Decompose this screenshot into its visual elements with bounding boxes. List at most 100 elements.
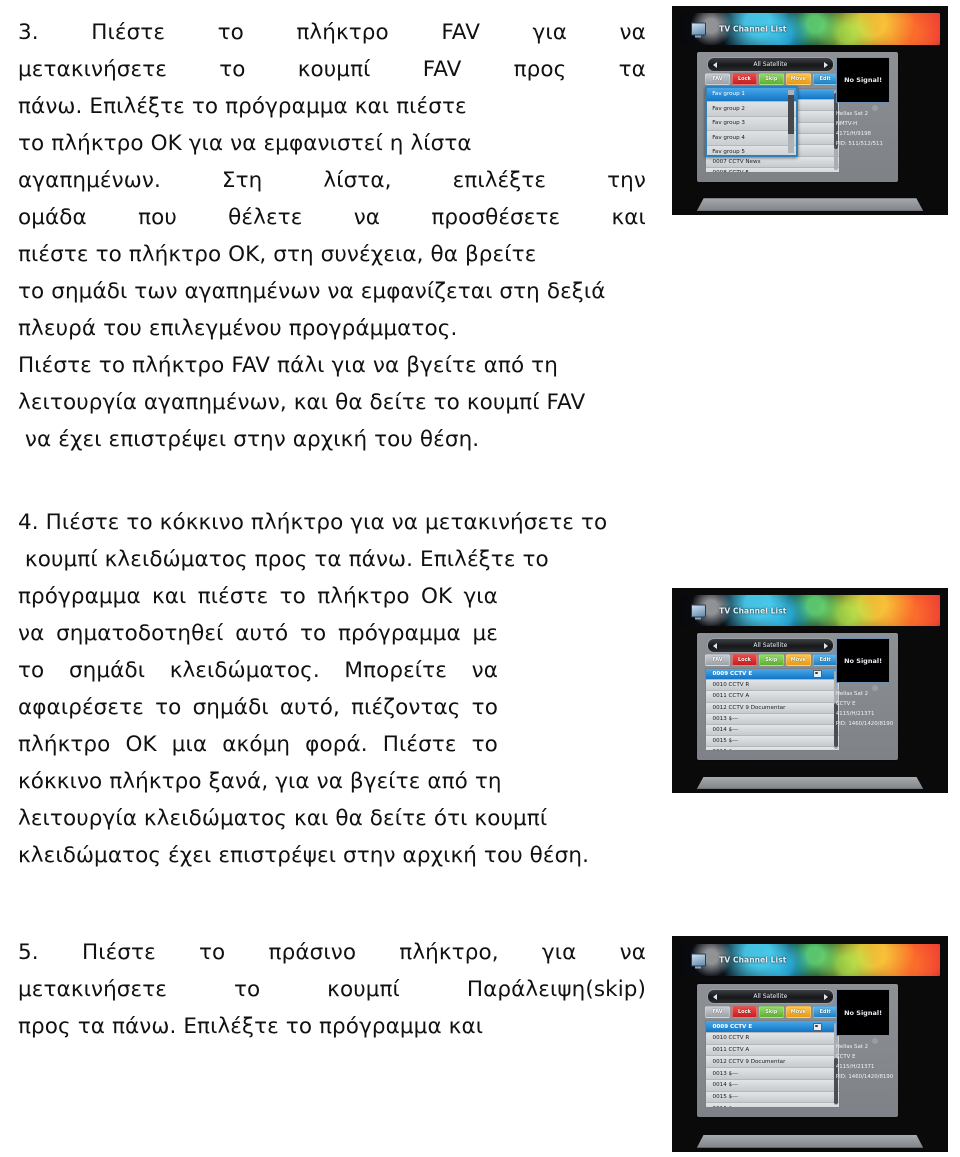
- key-lock[interactable]: Lock: [731, 654, 758, 666]
- tv-stand: [696, 776, 924, 789]
- channel-label: 0009 CCTV E: [712, 1023, 753, 1030]
- scrollbar[interactable]: [788, 89, 794, 154]
- channel-label: 0009 CCTV E: [712, 671, 753, 678]
- table-row[interactable]: 0011 CCTV A: [705, 1044, 839, 1057]
- table-row[interactable]: 0012 CCTV 9 Documentar: [705, 1056, 839, 1069]
- chevron-left-icon[interactable]: [712, 642, 717, 649]
- info-frequency: 4115/H/21371: [835, 711, 875, 718]
- channel-list[interactable]: 0009 CCTV E 0010 CCTV R 0011 CCTV A 0012…: [704, 668, 840, 752]
- text-line: αφαιρέσετε το σημάδι αυτό, πιέζοντας το: [18, 695, 498, 720]
- text-line: 3. Πιέστε το πλήκτρο FAV για να: [18, 20, 646, 45]
- chevron-left-icon[interactable]: [712, 993, 717, 1000]
- key-edit[interactable]: Edit: [812, 1005, 838, 1018]
- text-line: Πιέστε το πλήκτρο FAV πάλι για να βγείτε…: [18, 353, 558, 378]
- table-row[interactable]: 0010 CCTV R: [705, 680, 839, 692]
- chevron-right-icon[interactable]: [823, 642, 828, 649]
- text-line: 5. Πιέστε το πράσινο πλήκτρο, για να: [18, 940, 646, 965]
- key-move[interactable]: Move: [785, 73, 811, 85]
- table-row[interactable]: 0010 CCTV R: [705, 1033, 839, 1045]
- chevron-left-icon[interactable]: [712, 61, 717, 68]
- color-key-bar: FAV Lock Skip Move Edit: [704, 654, 838, 666]
- channel-info-panel: Hellas Sat 2 CCTV E 4115/H/21371 PID: 14…: [835, 685, 894, 753]
- paragraph-step-3: 3. Πιέστε το πλήκτρο FAV για να μετακινήσετε το…: [18, 14, 646, 347]
- info-satellite: Hellas Sat 2: [835, 110, 869, 117]
- table-row[interactable]: 0015 $---: [705, 735, 839, 748]
- table-row[interactable]: 0015 $---: [705, 1091, 839, 1104]
- text-line: το σημάδι των αγαπημένων να εμφανίζεται …: [18, 279, 606, 304]
- text-line: μετακινήσετε το κουμπί FAV προς τα: [18, 57, 646, 82]
- table-row[interactable]: 0008 CCTV F: [705, 168, 839, 172]
- tv-banner: TV Channel List: [680, 13, 940, 45]
- satellite-selector-label: All Satellite: [753, 61, 788, 69]
- satellite-selector[interactable]: All Satellite: [706, 988, 834, 1005]
- text-line: κλειδώματος έχει επιστρέψει στην αρχική …: [18, 843, 590, 868]
- text-line: το πλήκτρο OK για να εμφανιστεί η λίστα: [18, 131, 472, 156]
- info-satellite: Hellas Sat 2: [835, 1044, 869, 1051]
- table-row[interactable]: 0016 $---: [705, 1103, 839, 1108]
- table-row[interactable]: 0016 $---: [705, 747, 839, 751]
- key-lock[interactable]: Lock: [731, 73, 758, 85]
- info-pid: PID: 1460/1420/8190: [835, 721, 894, 728]
- tv-icon: [690, 953, 706, 967]
- no-signal-label: No Signal!: [844, 76, 883, 85]
- text-line: λειτουργία αγαπημένων, και θα δείτε το κ…: [18, 390, 586, 415]
- table-row[interactable]: 0009 CCTV E: [705, 669, 839, 681]
- no-signal-label: No Signal!: [844, 656, 883, 665]
- table-row[interactable]: 0013 $---: [705, 1068, 839, 1080]
- channel-info-panel: Hellas Sat 2 NMTV-H 4171/H/9198 PID: 511…: [835, 105, 890, 174]
- text-line: κόκκινο πλήκτρο ξανά, για να βγείτε από …: [18, 769, 502, 794]
- text-line: ομάδα που θέλετε να προσθέσετε και: [18, 205, 646, 230]
- table-row[interactable]: 0007 CCTV News: [705, 156, 839, 169]
- text-line: μετακινήσετε το κουμπί Παράλειψη(skip): [18, 977, 646, 1002]
- lock-icon: [812, 670, 822, 679]
- list-item[interactable]: Fav group 4: [706, 131, 796, 146]
- preview-window: No Signal!: [835, 638, 891, 684]
- list-item[interactable]: Fav group 1: [706, 87, 796, 103]
- table-row[interactable]: 0013 $---: [705, 713, 839, 725]
- table-row[interactable]: 0014 $---: [705, 1079, 839, 1092]
- key-skip[interactable]: Skip: [758, 654, 784, 666]
- key-fav[interactable]: FAV: [704, 73, 731, 85]
- info-channel: CCTV E: [835, 1054, 856, 1061]
- chevron-right-icon[interactable]: [823, 993, 828, 1000]
- satellite-selector[interactable]: All Satellite: [706, 638, 834, 653]
- chevron-right-icon[interactable]: [823, 61, 828, 68]
- text-line: προς τα πάνω. Επιλέξτε το πρόγραμμα και: [18, 1014, 484, 1039]
- tv-figure-1: TV Channel List All Satellite FAV Lock S…: [672, 6, 948, 215]
- key-lock[interactable]: Lock: [731, 1005, 758, 1018]
- key-fav[interactable]: FAV: [704, 654, 731, 666]
- key-fav[interactable]: FAV: [704, 1005, 731, 1018]
- tv-banner-title: TV Channel List: [719, 24, 787, 34]
- list-item[interactable]: Fav group 2: [706, 102, 796, 117]
- text-line: 4. Πιέστε το κόκκινο πλήκτρο για να μετα…: [18, 510, 608, 535]
- key-move[interactable]: Move: [785, 1005, 811, 1018]
- table-row[interactable]: 0014 $---: [705, 724, 839, 736]
- fav-group-popup[interactable]: Fav group 1 Fav group 2 Fav group 3 Fav …: [704, 85, 798, 158]
- table-row[interactable]: 0011 CCTV A: [705, 691, 839, 703]
- paragraph-step-5: 5. Πιέστε το πράσινο πλήκτρο, για να μετακινήσ…: [18, 934, 646, 1045]
- text-line: πιέστε το πλήκτρο OK, στη συνέχεια, θα β…: [18, 242, 537, 267]
- key-edit[interactable]: Edit: [812, 654, 838, 666]
- satellite-selector[interactable]: All Satellite: [706, 57, 834, 73]
- key-move[interactable]: Move: [785, 654, 811, 666]
- key-edit[interactable]: Edit: [812, 73, 838, 85]
- tv-figure-3: TV Channel List All Satellite FAV Lock S…: [672, 936, 948, 1152]
- info-channel: NMTV-H: [835, 120, 858, 127]
- list-item[interactable]: Fav group 5: [706, 145, 796, 156]
- key-skip[interactable]: Skip: [758, 73, 784, 85]
- tv-dialog-panel: All Satellite FAV Lock Skip Move Edit 00…: [696, 633, 899, 761]
- table-row[interactable]: 0009 CCTV E: [705, 1021, 839, 1034]
- channel-list[interactable]: 0009 CCTV E 0010 CCTV R 0011 CCTV A 0012…: [704, 1020, 840, 1109]
- list-item[interactable]: Fav group 3: [706, 116, 796, 132]
- key-skip[interactable]: Skip: [758, 1005, 784, 1018]
- channel-info-panel: Hellas Sat 2 CCTV E 4115/H/21371 PID: 14…: [835, 1038, 893, 1109]
- tv-figure-2: TV Channel List All Satellite FAV Lock S…: [672, 588, 948, 793]
- text-line: πάνω. Επιλέξτε το πρόγραμμα και πιέστε: [18, 94, 467, 119]
- tv-banner: TV Channel List: [680, 595, 940, 626]
- table-row[interactable]: 0012 CCTV 9 Documentar: [705, 702, 839, 714]
- preview-window: No Signal!: [835, 988, 891, 1037]
- text-line: κουμπί κλειδώματος προς τα πάνω. Επιλέξτ…: [18, 547, 549, 572]
